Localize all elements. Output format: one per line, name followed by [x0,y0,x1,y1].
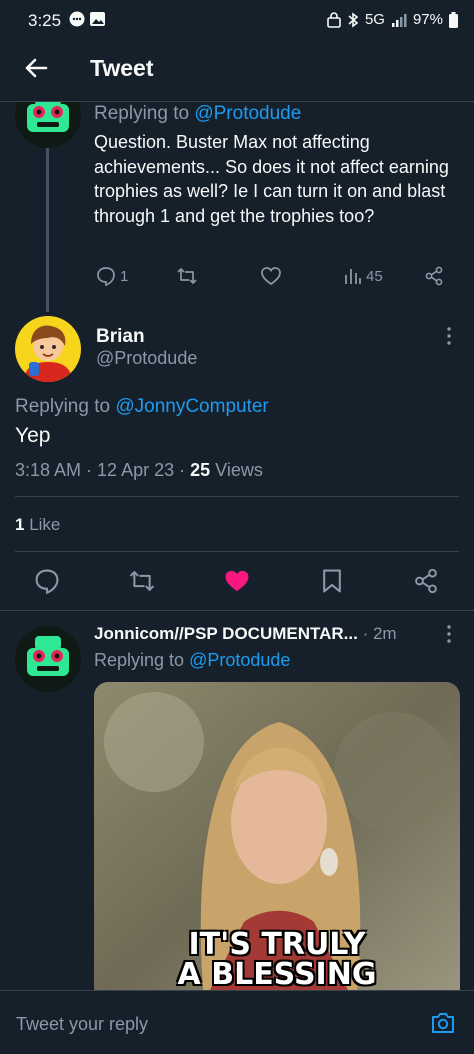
more-options-button[interactable] [440,326,458,351]
actions-divider [0,610,474,611]
views-count: 25 [190,460,211,480]
main-like-button[interactable] [223,568,251,599]
battery-icon [449,11,458,28]
reply-input[interactable]: Tweet your reply [16,1014,148,1035]
bluetooth-icon [348,11,359,28]
network-type: 5G [364,11,385,28]
bookmark-button[interactable] [320,568,344,599]
main-tweet-text: Yep [15,424,51,447]
avatar-jonnicom-reply[interactable] [15,626,81,692]
arrow-left-icon [25,58,48,78]
views-button[interactable]: 45 [344,266,383,286]
cartoon-boy-avatar-icon [15,316,81,382]
reply-button[interactable]: 1 [96,266,128,286]
analytics-icon [345,269,361,284]
heart-icon [261,267,281,286]
page-title: Tweet [90,55,154,81]
parent-tweet-text: Question. Buster Max not affecting achie… [94,132,449,226]
likes-count: 1 [15,515,25,534]
status-time: 3:25 [28,11,62,30]
reply-icon [35,569,59,595]
camera-button[interactable] [430,1011,456,1035]
retweet-icon [129,571,155,591]
status-right: 5G 97% [327,11,458,28]
chat-notification-icon [69,11,105,27]
thread-line [46,148,49,312]
gif-caption-line2: A BLESSING [177,957,377,992]
battery-percent: 97% [412,11,443,28]
tweet-meta: 3:18 AM · 12 Apr 23 · 25 Views [15,460,263,481]
reply-more-options-button[interactable] [440,624,458,649]
reply-time: · 2m [362,624,397,643]
retweet-button[interactable] [176,266,198,286]
replying-handle-link[interactable]: @Protodude [189,650,290,670]
back-button[interactable] [22,54,50,82]
reply-author-name[interactable]: Jonnicom//PSP DOCUMENTAR... [94,624,358,643]
replying-prefix: Replying to [94,103,190,124]
main-share-button[interactable] [413,568,439,599]
replying-handle-link[interactable]: @JonnyComputer [115,396,268,417]
main-reply-button[interactable] [34,568,60,599]
lock-icon [327,11,341,28]
camera-icon [432,1013,454,1033]
replying-handle-link[interactable]: @Protodude [194,103,301,124]
notification-icons [68,10,108,32]
signal-icon [391,13,407,27]
likes-summary[interactable]: 1 Like [15,515,60,535]
share-button[interactable] [424,266,444,286]
parent-replying-to: Replying to @Protodude [94,102,301,126]
avatar-brian[interactable] [15,316,81,382]
status-bar: 3:25 5G 97% [0,0,474,40]
bookmark-icon [323,569,341,593]
meta-divider [15,496,459,497]
main-retweet-button[interactable] [128,568,156,599]
share-icon [415,568,437,594]
author-name[interactable]: Brian [96,326,145,348]
gif-media[interactable]: IT'S TRULY A BLESSING [94,682,460,1002]
likes-label: Like [29,515,61,534]
timestamp: 3:18 AM · 12 Apr 23 · [15,460,186,480]
view-count: 45 [366,267,383,285]
retweet-icon [177,268,197,284]
like-button[interactable] [260,266,282,286]
robot-avatar-icon [15,626,81,692]
reply-replying-to: Replying to @Protodude [94,648,290,672]
gif-caption-line1: IT'S TRULY [188,927,366,962]
reply-icon [97,267,115,286]
views-label: Views [215,460,263,480]
more-vertical-icon [447,327,451,345]
author-handle[interactable]: @Protodude [96,348,197,369]
heart-filled-icon [225,570,249,592]
replying-prefix: Replying to [94,650,185,670]
replying-prefix: Replying to [15,396,111,417]
more-vertical-icon [447,625,451,643]
scroll-mask [0,82,474,102]
gif-caption: IT'S TRULY A BLESSING [94,930,460,990]
stats-divider [15,551,459,552]
reply-author-line: Jonnicom//PSP DOCUMENTAR... · 2m [94,624,397,644]
reply-count: 1 [120,267,129,285]
main-replying-to: Replying to @JonnyComputer [15,395,269,419]
share-icon [425,266,443,286]
